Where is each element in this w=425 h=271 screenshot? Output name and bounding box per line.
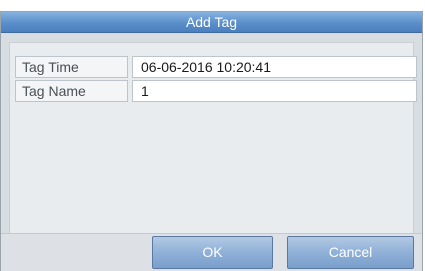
ok-button[interactable]: OK [152, 236, 273, 269]
tag-name-row: Tag Name 1 [15, 80, 420, 102]
tag-time-value: 06-06-2016 10:20:41 [132, 56, 417, 78]
tag-name-input[interactable]: 1 [132, 80, 417, 102]
cancel-button[interactable]: Cancel [287, 236, 414, 269]
tag-time-label: Tag Time [15, 56, 128, 78]
dialog-title-bar: Add Tag [1, 12, 422, 33]
add-tag-dialog: Add Tag [0, 11, 423, 271]
tag-time-row: Tag Time 06-06-2016 10:20:41 [15, 56, 420, 78]
dialog-title: Add Tag [185, 14, 238, 30]
tag-name-label: Tag Name [15, 80, 128, 102]
